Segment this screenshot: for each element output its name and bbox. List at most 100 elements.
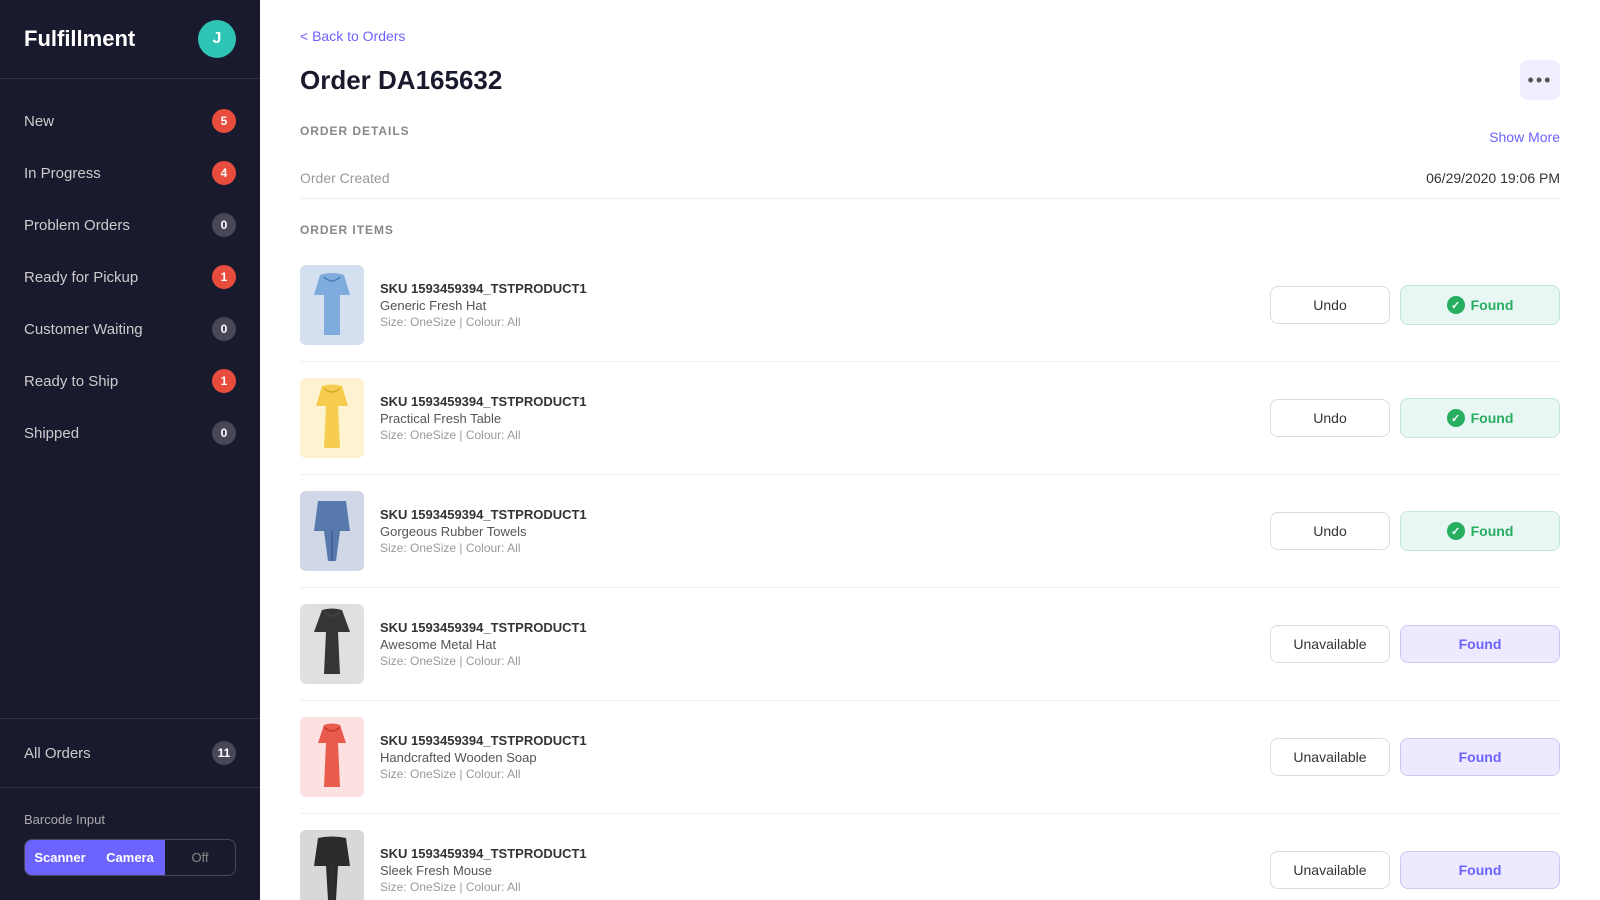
found-button[interactable]: Found: [1400, 851, 1560, 889]
check-icon: ✓: [1447, 296, 1465, 314]
item-image: [300, 378, 364, 458]
item-actions: Unavailable Found: [1270, 851, 1560, 889]
item-sku: SKU 1593459394_TSTPRODUCT1: [380, 281, 1254, 296]
found-button[interactable]: Found: [1400, 625, 1560, 663]
scanner-button[interactable]: Scanner: [25, 840, 95, 875]
sidebar-item-in-progress[interactable]: In Progress 4: [0, 147, 260, 199]
nav-badge: 5: [212, 109, 236, 133]
nav-badge: 0: [212, 213, 236, 237]
all-orders-badge: 11: [212, 741, 236, 765]
nav-badge: 1: [212, 369, 236, 393]
show-more-button[interactable]: Show More: [1489, 129, 1560, 145]
sidebar-item-problem-orders[interactable]: Problem Orders 0: [0, 199, 260, 251]
camera-button[interactable]: Camera: [95, 840, 165, 875]
nav-badge: 4: [212, 161, 236, 185]
nav-item-label: Shipped: [24, 425, 79, 442]
order-created-row: Order Created 06/29/2020 19:06 PM: [300, 158, 1560, 199]
item-actions: Unavailable Found: [1270, 625, 1560, 663]
order-items-list: SKU 1593459394_TSTPRODUCT1 Generic Fresh…: [300, 249, 1560, 900]
item-sku: SKU 1593459394_TSTPRODUCT1: [380, 620, 1254, 635]
order-title: Order DA165632: [300, 65, 502, 96]
item-meta: Size: OneSize | Colour: All: [380, 541, 1254, 555]
item-actions: Undo ✓ Found: [1270, 511, 1560, 551]
item-info: SKU 1593459394_TSTPRODUCT1 Practical Fre…: [380, 394, 1254, 442]
item-sku: SKU 1593459394_TSTPRODUCT1: [380, 733, 1254, 748]
nav-menu: New 5In Progress 4Problem Orders 0Ready …: [0, 79, 260, 710]
item-image: [300, 265, 364, 345]
item-info: SKU 1593459394_TSTPRODUCT1 Awesome Metal…: [380, 620, 1254, 668]
order-header: Order DA165632 •••: [300, 60, 1560, 100]
item-name: Sleek Fresh Mouse: [380, 863, 1254, 878]
item-name: Practical Fresh Table: [380, 411, 1254, 426]
sidebar: Fulfillment J New 5In Progress 4Problem …: [0, 0, 260, 900]
order-items-section-label: ORDER ITEMS: [300, 223, 1560, 237]
nav-badge: 0: [212, 317, 236, 341]
item-image: [300, 604, 364, 684]
item-meta: Size: OneSize | Colour: All: [380, 767, 1254, 781]
order-details-header: ORDER DETAILS Show More: [300, 124, 1560, 150]
item-sku: SKU 1593459394_TSTPRODUCT1: [380, 846, 1254, 861]
order-item: SKU 1593459394_TSTPRODUCT1 Gorgeous Rubb…: [300, 475, 1560, 588]
nav-item-label: Ready to Ship: [24, 373, 118, 390]
sidebar-item-ready-to-ship[interactable]: Ready to Ship 1: [0, 355, 260, 407]
item-actions: Undo ✓ Found: [1270, 398, 1560, 438]
nav-item-label: Ready for Pickup: [24, 269, 138, 286]
found-button[interactable]: ✓ Found: [1400, 511, 1560, 551]
item-info: SKU 1593459394_TSTPRODUCT1 Sleek Fresh M…: [380, 846, 1254, 894]
found-button[interactable]: ✓ Found: [1400, 285, 1560, 325]
nav-badge: 0: [212, 421, 236, 445]
sidebar-item-shipped[interactable]: Shipped 0: [0, 407, 260, 459]
item-image: [300, 491, 364, 571]
undo-button[interactable]: Undo: [1270, 399, 1390, 437]
barcode-controls: Scanner Camera Off: [24, 839, 236, 876]
sidebar-item-customer-waiting[interactable]: Customer Waiting 0: [0, 303, 260, 355]
item-actions: Undo ✓ Found: [1270, 285, 1560, 325]
app-title: Fulfillment: [24, 26, 135, 52]
item-sku: SKU 1593459394_TSTPRODUCT1: [380, 394, 1254, 409]
found-button[interactable]: ✓ Found: [1400, 398, 1560, 438]
check-icon: ✓: [1447, 409, 1465, 427]
unavailable-button[interactable]: Unavailable: [1270, 625, 1390, 663]
order-created-label: Order Created: [300, 170, 389, 186]
item-meta: Size: OneSize | Colour: All: [380, 315, 1254, 329]
sidebar-item-new[interactable]: New 5: [0, 95, 260, 147]
item-name: Handcrafted Wooden Soap: [380, 750, 1254, 765]
item-info: SKU 1593459394_TSTPRODUCT1 Handcrafted W…: [380, 733, 1254, 781]
order-item: SKU 1593459394_TSTPRODUCT1 Sleek Fresh M…: [300, 814, 1560, 900]
item-image: [300, 830, 364, 900]
found-button[interactable]: Found: [1400, 738, 1560, 776]
item-meta: Size: OneSize | Colour: All: [380, 428, 1254, 442]
main-content: < Back to Orders Order DA165632 ••• ORDE…: [260, 0, 1600, 900]
item-sku: SKU 1593459394_TSTPRODUCT1: [380, 507, 1254, 522]
undo-button[interactable]: Undo: [1270, 286, 1390, 324]
unavailable-button[interactable]: Unavailable: [1270, 738, 1390, 776]
more-options-button[interactable]: •••: [1520, 60, 1560, 100]
nav-item-label: Problem Orders: [24, 217, 130, 234]
sidebar-header: Fulfillment J: [0, 0, 260, 79]
nav-item-label: In Progress: [24, 165, 101, 182]
item-name: Gorgeous Rubber Towels: [380, 524, 1254, 539]
item-info: SKU 1593459394_TSTPRODUCT1 Generic Fresh…: [380, 281, 1254, 329]
item-actions: Unavailable Found: [1270, 738, 1560, 776]
order-details-section-label: ORDER DETAILS: [300, 124, 410, 138]
order-item: SKU 1593459394_TSTPRODUCT1 Handcrafted W…: [300, 701, 1560, 814]
item-meta: Size: OneSize | Colour: All: [380, 880, 1254, 894]
check-icon: ✓: [1447, 522, 1465, 540]
item-name: Awesome Metal Hat: [380, 637, 1254, 652]
item-name: Generic Fresh Hat: [380, 298, 1254, 313]
back-to-orders-link[interactable]: < Back to Orders: [300, 28, 405, 44]
sidebar-item-all-orders[interactable]: All Orders 11: [0, 727, 260, 779]
undo-button[interactable]: Undo: [1270, 512, 1390, 550]
item-image: [300, 717, 364, 797]
order-created-value: 06/29/2020 19:06 PM: [1426, 170, 1560, 186]
nav-item-label: New: [24, 113, 54, 130]
item-meta: Size: OneSize | Colour: All: [380, 654, 1254, 668]
order-item: SKU 1593459394_TSTPRODUCT1 Practical Fre…: [300, 362, 1560, 475]
avatar: J: [198, 20, 236, 58]
off-button[interactable]: Off: [165, 840, 235, 875]
nav-badge: 1: [212, 265, 236, 289]
order-item: SKU 1593459394_TSTPRODUCT1 Awesome Metal…: [300, 588, 1560, 701]
unavailable-button[interactable]: Unavailable: [1270, 851, 1390, 889]
nav-item-label: Customer Waiting: [24, 321, 143, 338]
sidebar-item-ready-for-pickup[interactable]: Ready for Pickup 1: [0, 251, 260, 303]
